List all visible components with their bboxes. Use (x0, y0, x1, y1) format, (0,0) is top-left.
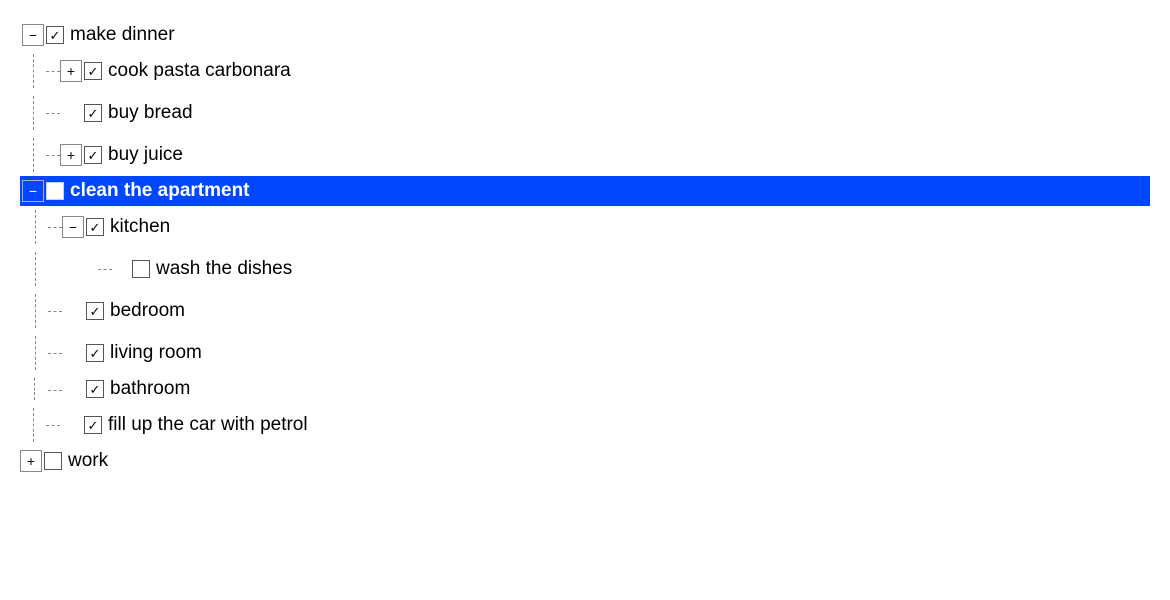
tree-row-buy-juice[interactable]: + ✓ buy juice (20, 134, 1150, 176)
label-buy-bread: buy bread (108, 102, 193, 124)
placeholder-buy-bread (60, 102, 82, 124)
tree-row-fill-petrol[interactable]: ✓ fill up the car with petrol (20, 404, 1150, 446)
checkbox-bedroom[interactable]: ✓ (86, 302, 104, 320)
checkbox-work[interactable] (44, 452, 62, 470)
expander-kitchen[interactable]: − (62, 216, 84, 238)
placeholder-living-room (62, 342, 84, 364)
task-tree: − ✓ make dinner + ✓ co (0, 10, 1170, 486)
placeholder-wash-dishes (108, 258, 130, 280)
label-make-dinner: make dinner (70, 24, 175, 46)
expander-buy-juice[interactable]: + (60, 144, 82, 166)
tree-row-bathroom[interactable]: ✓ bathroom (20, 374, 1150, 404)
tree-item-make-dinner: − ✓ make dinner + ✓ co (20, 20, 1150, 176)
label-wash-dishes: wash the dishes (156, 258, 292, 280)
checkbox-buy-juice[interactable]: ✓ (84, 146, 102, 164)
expander-work[interactable]: + (20, 450, 42, 472)
tree-item-kitchen: − ✓ kitchen (20, 206, 1150, 290)
placeholder-fill-petrol (60, 414, 82, 436)
checkbox-wash-dishes[interactable] (132, 260, 150, 278)
tree-row-work[interactable]: + work (20, 446, 1150, 476)
tree-row-buy-bread[interactable]: ✓ buy bread (20, 92, 1150, 134)
checkbox-living-room[interactable]: ✓ (86, 344, 104, 362)
label-buy-juice: buy juice (108, 144, 183, 166)
label-cook-pasta: cook pasta carbonara (108, 60, 291, 82)
tree-row-clean-apartment[interactable]: − ✓ clean the apartment (20, 176, 1150, 206)
checkbox-buy-bread[interactable]: ✓ (84, 104, 102, 122)
children-kitchen: wash the dishes (20, 248, 1150, 290)
checkbox-fill-petrol[interactable]: ✓ (84, 416, 102, 434)
tree-item-clean-apartment: − ✓ clean the apartment − (20, 176, 1150, 404)
tree-row-make-dinner[interactable]: − ✓ make dinner (20, 20, 1150, 50)
tree-row-living-room[interactable]: ✓ living room (20, 332, 1150, 374)
checkbox-kitchen[interactable]: ✓ (86, 218, 104, 236)
label-fill-petrol: fill up the car with petrol (108, 414, 308, 436)
checkbox-bathroom[interactable]: ✓ (86, 380, 104, 398)
checkbox-cook-pasta[interactable]: ✓ (84, 62, 102, 80)
placeholder-bathroom (62, 378, 84, 400)
expander-clean-apartment[interactable]: − (22, 180, 44, 202)
tree-row-bedroom[interactable]: ✓ bedroom (20, 290, 1150, 332)
placeholder-bedroom (62, 300, 84, 322)
label-kitchen: kitchen (110, 216, 170, 238)
checkbox-make-dinner[interactable]: ✓ (46, 26, 64, 44)
tree-row-kitchen[interactable]: − ✓ kitchen (20, 206, 1150, 248)
children-make-dinner: + ✓ cook pasta carbonara ✓ buy br (20, 50, 1150, 176)
label-bathroom: bathroom (110, 378, 190, 400)
tree-row-cook-pasta[interactable]: + ✓ cook pasta carbonara (20, 50, 1150, 92)
children-clean-apartment: − ✓ kitchen (20, 206, 1150, 404)
label-living-room: living room (110, 342, 202, 364)
tree-row-wash-dishes[interactable]: wash the dishes (20, 248, 1150, 290)
label-clean-apartment: clean the apartment (70, 180, 250, 202)
label-work: work (68, 450, 108, 472)
expander-make-dinner[interactable]: − (22, 24, 44, 46)
label-bedroom: bedroom (110, 300, 185, 322)
checkbox-clean-apartment[interactable]: ✓ (46, 182, 64, 200)
expander-cook-pasta[interactable]: + (60, 60, 82, 82)
